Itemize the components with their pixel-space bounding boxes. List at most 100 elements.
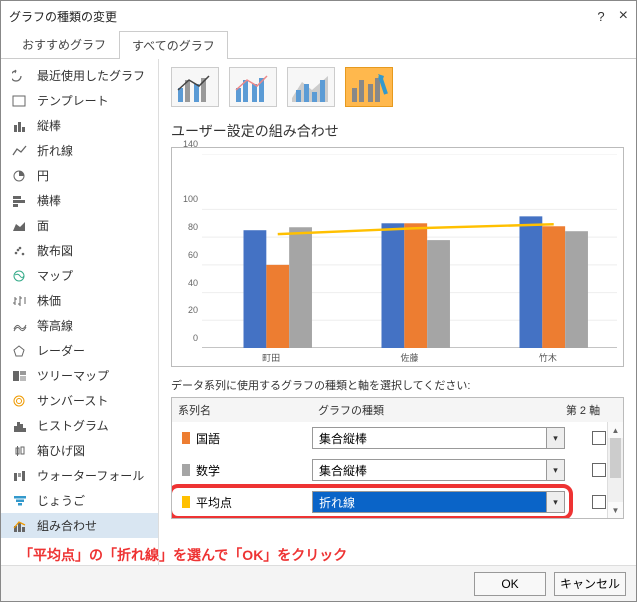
combo-icon [11, 518, 29, 534]
chevron-down-icon: ▾ [546, 492, 564, 512]
help-icon[interactable]: ? [597, 9, 604, 24]
side-line[interactable]: 折れ線 [1, 138, 158, 163]
xcat: 町田 [202, 351, 340, 364]
waterfall-icon [11, 468, 29, 484]
series-row: 数学 集合縦棒▾ [172, 454, 623, 486]
side-bar[interactable]: 横棒 [1, 188, 158, 213]
side-combo[interactable]: 組み合わせ [1, 513, 158, 538]
side-label: ツリーマップ [37, 367, 109, 384]
side-column[interactable]: 縦棒 [1, 113, 158, 138]
series-name: 国語 [196, 430, 220, 447]
side-surface[interactable]: 等高線 [1, 313, 158, 338]
side-waterfall[interactable]: ウォーターフォール [1, 463, 158, 488]
subtype-2[interactable] [229, 67, 277, 107]
recent-icon [11, 68, 29, 84]
checkbox-axis2[interactable] [592, 495, 606, 509]
side-label: 箱ひげ図 [37, 442, 85, 459]
side-label: レーダー [37, 342, 85, 359]
series-table: 系列名 グラフの種類 第 2 軸 国語 集合縦棒▾ 数学 集合縦棒▾ [171, 397, 624, 519]
histogram-icon [11, 418, 29, 434]
combo-chart-type[interactable]: 集合縦棒▾ [312, 427, 565, 449]
combo-chart-type[interactable]: 集合縦棒▾ [312, 459, 565, 481]
side-pie[interactable]: 円 [1, 163, 158, 188]
side-radar[interactable]: レーダー [1, 338, 158, 363]
funnel-icon [11, 493, 29, 509]
side-recent[interactable]: 最近使用したグラフ [1, 63, 158, 88]
cancel-button[interactable]: キャンセル [554, 572, 626, 596]
ytick: 40 [188, 278, 198, 288]
tab-strip: おすすめグラフ すべてのグラフ [1, 31, 636, 59]
side-label: 最近使用したグラフ [37, 67, 145, 84]
side-treemap[interactable]: ツリーマップ [1, 363, 158, 388]
side-map[interactable]: マップ [1, 263, 158, 288]
checkbox-axis2[interactable] [592, 463, 606, 477]
tab-all[interactable]: すべてのグラフ [119, 31, 228, 59]
side-label: テンプレート [37, 92, 109, 109]
dialog-change-chart-type: グラフの種類の変更 ? × おすすめグラフ すべてのグラフ 最近使用したグラフ … [0, 0, 637, 602]
side-label: 株価 [37, 292, 61, 309]
side-histogram[interactable]: ヒストグラム [1, 413, 158, 438]
scroll-up-icon[interactable]: ▲ [608, 422, 623, 438]
side-label: 散布図 [37, 242, 73, 259]
th-series-name: 系列名 [172, 398, 312, 422]
chart-type-sidebar: 最近使用したグラフ テンプレート 縦棒 折れ線 円 横棒 面 散布図 マップ 株… [1, 59, 159, 565]
chevron-down-icon: ▾ [546, 428, 564, 448]
map-icon [11, 268, 29, 284]
side-label: 組み合わせ [37, 517, 97, 534]
swatch-icon [182, 496, 190, 508]
template-icon [11, 93, 29, 109]
scroll-down-icon[interactable]: ▼ [608, 502, 623, 518]
side-boxwhisker[interactable]: 箱ひげ図 [1, 438, 158, 463]
swatch-icon [182, 464, 190, 476]
combo-chart-type[interactable]: 折れ線▾ [312, 491, 565, 513]
dialog-footer: OK キャンセル [1, 565, 636, 601]
ytick: 100 [183, 194, 198, 204]
ytick: 140 [183, 139, 198, 149]
pie-icon [11, 168, 29, 184]
side-label: ウォーターフォール [37, 467, 144, 484]
xcat: 竹木 [479, 351, 617, 364]
chart-preview: 140 100 80 60 40 20 0 [171, 147, 624, 367]
scrollbar[interactable]: ▲ ▼ [607, 422, 623, 518]
ytick: 60 [188, 250, 198, 260]
th-chart-type: グラフの種類 [312, 398, 559, 422]
subtype-custom[interactable] [345, 67, 393, 107]
th-secondary-axis: 第 2 軸 [559, 398, 607, 422]
checkbox-axis2[interactable] [592, 431, 606, 445]
side-label: ヒストグラム [37, 417, 109, 434]
tab-recommended[interactable]: おすすめグラフ [9, 30, 119, 58]
side-sunburst[interactable]: サンバースト [1, 388, 158, 413]
close-icon[interactable]: × [619, 7, 628, 25]
side-scatter[interactable]: 散布図 [1, 238, 158, 263]
side-label: 面 [37, 217, 49, 234]
swatch-icon [182, 432, 190, 444]
boxwhisker-icon [11, 443, 29, 459]
column-icon [11, 118, 29, 134]
side-label: マップ [37, 267, 73, 284]
side-funnel[interactable]: じょうご [1, 488, 158, 513]
series-name: 平均点 [196, 494, 232, 511]
ok-button[interactable]: OK [474, 572, 546, 596]
side-stock[interactable]: 株価 [1, 288, 158, 313]
titlebar: グラフの種類の変更 ? × [1, 1, 636, 31]
line-icon [11, 143, 29, 159]
ytick: 80 [188, 222, 198, 232]
combo-subtypes [171, 67, 624, 107]
series-name: 数学 [196, 462, 220, 479]
side-label: 円 [37, 167, 49, 184]
xcat: 佐藤 [340, 351, 478, 364]
annotation-text: 「平均点」の「折れ線」を選んで「OK」をクリック [19, 545, 347, 565]
subtype-3[interactable] [287, 67, 335, 107]
treemap-icon [11, 368, 29, 384]
side-label: 折れ線 [37, 142, 73, 159]
subtype-1[interactable] [171, 67, 219, 107]
chevron-down-icon: ▾ [546, 460, 564, 480]
side-template[interactable]: テンプレート [1, 88, 158, 113]
ytick: 20 [188, 305, 198, 315]
side-area[interactable]: 面 [1, 213, 158, 238]
area-icon [11, 218, 29, 234]
scroll-thumb[interactable] [610, 438, 621, 478]
surface-icon [11, 318, 29, 334]
radar-icon [11, 343, 29, 359]
sunburst-icon [11, 393, 29, 409]
